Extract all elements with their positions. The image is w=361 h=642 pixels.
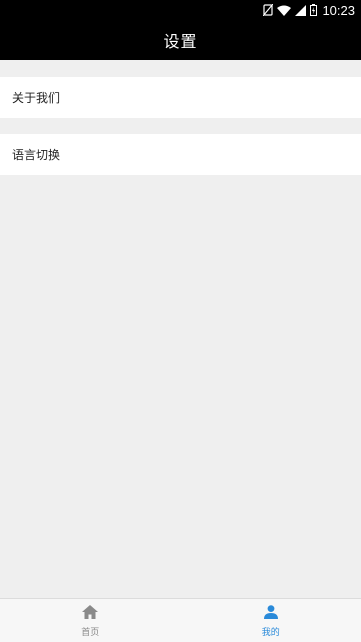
status-time: 10:23 (322, 2, 355, 18)
about-us-label: 关于我们 (12, 91, 61, 105)
app-bar: 设置 (0, 20, 361, 60)
signal-icon (295, 4, 307, 16)
no-sim-icon (263, 4, 274, 16)
page-title: 设置 (163, 32, 198, 51)
about-us-item[interactable]: 关于我们 (0, 77, 361, 118)
tab-home-label: 首页 (81, 627, 100, 638)
language-switch-label: 语言切换 (12, 148, 61, 162)
tab-mine-label: 我的 (261, 627, 280, 638)
home-icon (82, 604, 99, 623)
person-icon (263, 604, 279, 623)
battery-icon (310, 4, 318, 16)
settings-screen: 10:23 设置 关于我们 语言切换 首页 我的 (0, 0, 361, 642)
status-bar: 10:23 (0, 0, 361, 20)
tab-mine[interactable]: 我的 (181, 599, 361, 642)
wifi-icon (277, 5, 292, 16)
bottom-nav: 首页 我的 (0, 598, 361, 642)
tab-home[interactable]: 首页 (0, 599, 181, 642)
language-switch-item[interactable]: 语言切换 (0, 134, 361, 175)
